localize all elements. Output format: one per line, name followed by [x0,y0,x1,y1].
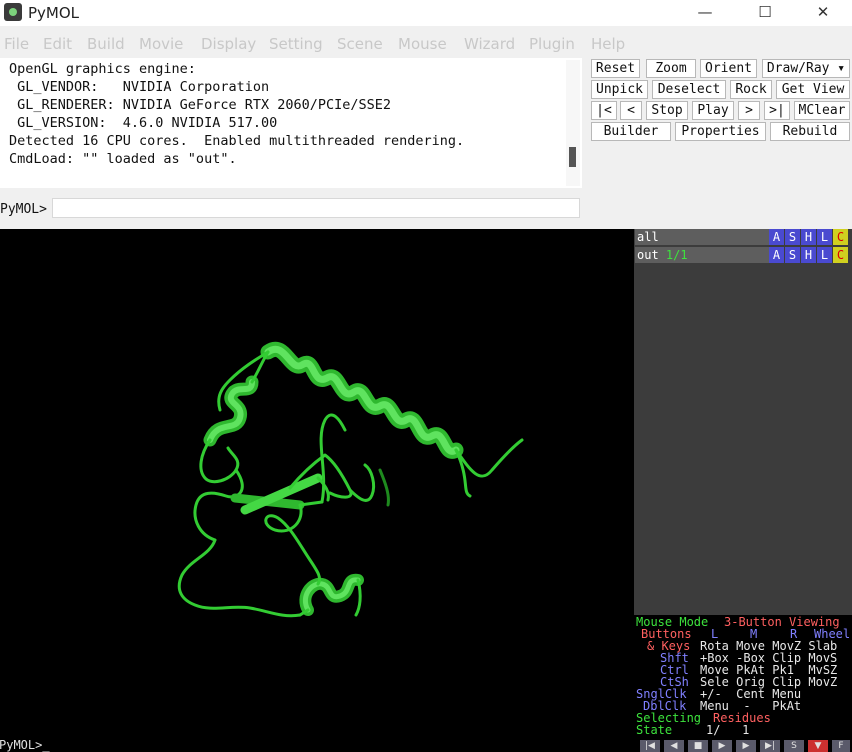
first-frame-button[interactable]: |< [591,101,617,120]
menu-display[interactable]: Display [201,35,256,53]
zoom-button[interactable]: Zoom [646,59,696,78]
window-title: PyMOL [28,4,80,22]
command-input[interactable] [52,198,580,218]
fullscreen-icon[interactable]: F [832,740,850,752]
menu-mouse[interactable]: Mouse [398,35,447,53]
action-button[interactable]: A [769,229,784,245]
label-button[interactable]: L [817,229,832,245]
action-button[interactable]: A [769,247,784,263]
rewind-icon[interactable]: |◀ [640,740,660,752]
menu-help[interactable]: Help [591,35,625,53]
hide-button[interactable]: H [801,229,816,245]
viewer-command-line[interactable]: PyMOL>_ [0,738,634,752]
object-row-all[interactable]: all A S H L C [634,229,852,245]
console-line: OpenGL graphics engine: [9,61,196,77]
mclear-button[interactable]: MClear [794,101,850,120]
molecular-viewer[interactable] [0,229,634,740]
get-view-button[interactable]: Get View [776,80,850,99]
hide-button[interactable]: H [801,247,816,263]
dropdown-icon[interactable]: ▼ [808,740,828,752]
prev-frame-button[interactable]: < [620,101,642,120]
close-button[interactable]: ✕ [800,0,846,26]
menu-plugin[interactable]: Plugin [529,35,575,53]
maximize-button[interactable]: ☐ [742,0,788,26]
scene-icon[interactable]: S [784,740,804,752]
menu-movie[interactable]: Movie [139,35,183,53]
step-back-icon[interactable]: ◀ [664,740,684,752]
label-button[interactable]: L [817,247,832,263]
console-line: GL_VERSION: 4.6.0 NVIDIA 517.00 [9,115,278,131]
last-frame-button[interactable]: >| [764,101,790,120]
console-line: CmdLoad: "" loaded as "out". [9,151,237,167]
console-line: Detected 16 CPU cores. Enabled multithre… [9,133,465,149]
menu-wizard[interactable]: Wizard [464,35,515,53]
deselect-button[interactable]: Deselect [652,80,726,99]
command-prompt-label: PyMOL> [0,202,47,217]
playback-bar: |◀ ◀ ■ ▶ ▶ ▶| S ▼ F [634,739,852,752]
object-list-area [634,229,852,619]
console-scroll-thumb[interactable] [569,147,576,167]
color-button[interactable]: C [833,229,848,245]
pymol-app-icon [4,3,22,21]
stop-icon[interactable]: ■ [688,740,708,752]
orient-button[interactable]: Orient [700,59,757,78]
reset-button[interactable]: Reset [591,59,640,78]
next-frame-button[interactable]: > [738,101,760,120]
color-button[interactable]: C [833,247,848,263]
object-row-out[interactable]: out 1/1 A S H L C [634,247,852,263]
draw-ray-button[interactable]: Draw/Ray ▾ [762,59,850,78]
properties-button[interactable]: Properties [675,122,766,141]
play-icon[interactable]: ▶ [712,740,732,752]
rock-button[interactable]: Rock [730,80,772,99]
rebuild-button[interactable]: Rebuild [770,122,850,141]
menu-bar: File Edit Build Movie Display Setting Sc… [0,33,852,55]
menu-setting[interactable]: Setting [269,35,323,53]
step-forward-icon[interactable]: ▶ [736,740,756,752]
builder-button[interactable]: Builder [591,122,671,141]
minimize-button[interactable]: — [682,0,728,26]
state-label: State [636,723,673,737]
forward-end-icon[interactable]: ▶| [760,740,780,752]
show-button[interactable]: S [785,247,800,263]
menu-edit[interactable]: Edit [43,35,72,53]
console-line: GL_VENDOR: NVIDIA Corporation [9,79,270,95]
object-name[interactable]: all [635,229,769,245]
stop-button[interactable]: Stop [646,101,688,120]
console-scrollbar[interactable] [566,60,580,186]
play-button[interactable]: Play [692,101,734,120]
title-bar: PyMOL — ☐ ✕ [0,0,852,26]
viewer-prompt: PyMOL>_ [0,738,50,752]
show-button[interactable]: S [785,229,800,245]
menu-file[interactable]: File [4,35,29,53]
menu-build[interactable]: Build [87,35,125,53]
object-name[interactable]: out 1/1 [635,247,769,263]
protein-cartoon [177,342,524,618]
state-value: 1/ 1 [706,723,750,737]
menu-scene[interactable]: Scene [337,35,383,53]
console-line: GL_RENDERER: NVIDIA GeForce RTX 2060/PCI… [9,97,392,113]
unpick-button[interactable]: Unpick [591,80,648,99]
